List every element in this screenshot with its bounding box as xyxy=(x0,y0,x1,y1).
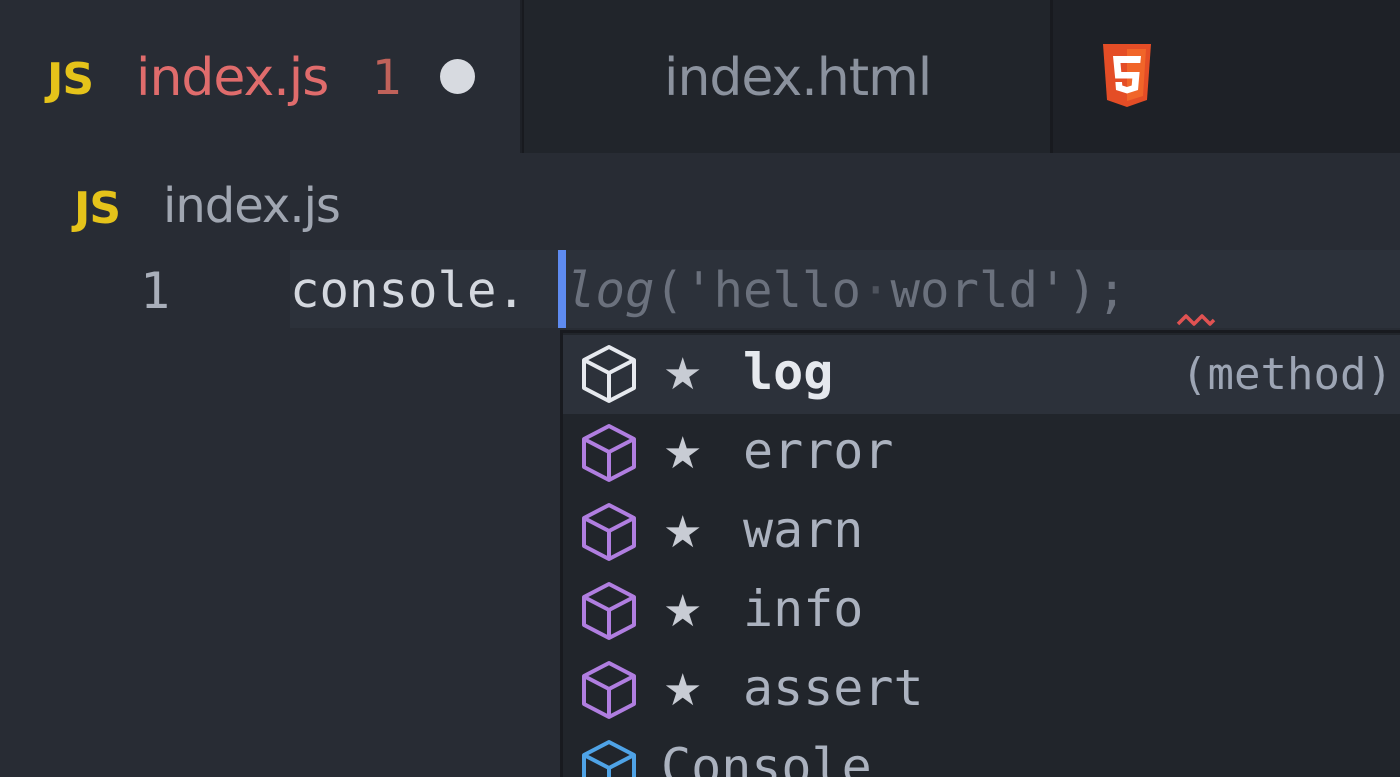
suggest-widget: ★ log (method) ★ error ★ warn ★ info ★ a… xyxy=(560,330,1400,777)
html5-icon xyxy=(1103,44,1151,107)
tab-title: index.html xyxy=(664,48,932,108)
star-icon: ★ xyxy=(663,586,703,637)
unsaved-dot-icon[interactable] xyxy=(440,59,475,94)
whitespace-marker: · xyxy=(861,262,891,319)
method-cube-icon xyxy=(582,661,636,719)
suggest-item-error[interactable]: ★ error xyxy=(563,414,1400,493)
suggest-label: assert xyxy=(743,659,924,717)
editor-window: JS index.js 1 index.html JS index.js 1 c… xyxy=(0,0,1400,777)
js-file-icon: JS xyxy=(47,54,94,105)
star-icon: ★ xyxy=(663,507,703,558)
breadcrumb: JS index.js xyxy=(0,153,1400,248)
suggest-item-info[interactable]: ★ info xyxy=(563,572,1400,651)
line-number: 1 xyxy=(140,262,171,320)
tab-bar: JS index.js 1 index.html xyxy=(0,0,1400,153)
module-cube-icon xyxy=(582,740,636,777)
tab-index-js[interactable]: JS index.js 1 xyxy=(0,0,520,153)
suggest-item-assert[interactable]: ★ assert xyxy=(563,651,1400,730)
suggest-label: info xyxy=(743,580,864,638)
star-icon: ★ xyxy=(663,665,703,716)
ghost-method: log xyxy=(566,262,655,319)
ghost-rest: world'); xyxy=(890,262,1127,319)
method-cube-icon xyxy=(582,582,636,640)
breadcrumb-file[interactable]: index.js xyxy=(163,178,341,234)
typed-code: console. xyxy=(290,262,527,319)
suggest-label: warn xyxy=(743,501,864,559)
star-icon: ★ xyxy=(663,349,703,400)
star-icon: ★ xyxy=(663,428,703,479)
js-file-icon: JS xyxy=(74,183,121,234)
text-cursor xyxy=(558,250,566,328)
method-cube-icon xyxy=(582,345,636,403)
suggest-item-console[interactable]: Console xyxy=(563,730,1400,777)
tab-title: index.js xyxy=(136,48,329,108)
suggest-item-log[interactable]: ★ log (method) xyxy=(563,335,1400,414)
problem-count-badge: 1 xyxy=(372,50,403,106)
tab-index-html[interactable]: index.html xyxy=(522,0,1151,153)
error-squiggle xyxy=(1176,314,1216,326)
code-line[interactable]: console. xyxy=(290,262,526,319)
suggest-detail: (method) xyxy=(1181,349,1393,400)
suggest-label: log xyxy=(743,343,834,401)
method-cube-icon xyxy=(582,424,636,482)
inline-suggestion: log('hello·world'); xyxy=(566,262,1127,319)
suggest-label: error xyxy=(743,422,894,480)
method-cube-icon xyxy=(582,503,636,561)
suggest-label: Console xyxy=(661,738,872,777)
suggest-item-warn[interactable]: ★ warn xyxy=(563,493,1400,572)
ghost-open: ('hello xyxy=(654,262,862,319)
